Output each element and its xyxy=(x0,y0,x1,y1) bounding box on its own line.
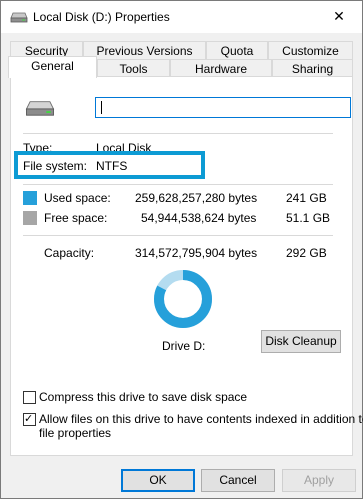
tab-quota[interactable]: Quota xyxy=(206,41,268,61)
divider xyxy=(23,184,333,185)
compress-label[interactable]: Compress this drive to save disk space xyxy=(39,390,247,404)
properties-window: Local Disk (D:) Properties ✕ Security Pr… xyxy=(0,0,363,499)
close-icon: ✕ xyxy=(333,8,345,24)
file-system-value: NTFS xyxy=(96,159,128,173)
free-space-gb: 51.1 GB xyxy=(286,211,331,225)
file-system-label: File system: xyxy=(23,159,88,173)
compress-checkbox[interactable] xyxy=(23,391,36,404)
tab-customize[interactable]: Customize xyxy=(268,41,353,61)
cancel-label: Cancel xyxy=(219,473,257,487)
tab-label: Hardware xyxy=(194,62,248,76)
tab-label: Previous Versions xyxy=(96,44,193,58)
title-bar: Local Disk (D:) Properties ✕ xyxy=(1,1,362,33)
disk-usage-donut xyxy=(154,270,212,328)
tab-label: General xyxy=(31,59,74,73)
volume-name-input[interactable] xyxy=(95,97,351,118)
cancel-button[interactable]: Cancel xyxy=(201,469,275,492)
tab-general[interactable]: General xyxy=(8,56,97,78)
tab-label: Quota xyxy=(220,44,254,58)
drive-icon xyxy=(10,12,28,23)
text-caret xyxy=(101,101,102,114)
capacity-bytes: 314,572,795,904 bytes xyxy=(135,246,258,260)
ok-button[interactable]: OK xyxy=(121,469,195,492)
divider xyxy=(23,235,333,236)
ok-label: OK xyxy=(149,473,167,487)
free-space-swatch xyxy=(23,211,37,225)
drive-large-icon xyxy=(25,101,55,116)
free-space-bytes: 54,944,538,624 bytes xyxy=(141,211,257,225)
free-space-label: Free space: xyxy=(44,211,108,225)
used-space-gb: 241 GB xyxy=(286,191,327,205)
window-title: Local Disk (D:) Properties xyxy=(33,10,170,24)
drive-label: Drive D: xyxy=(162,339,206,353)
apply-button[interactable]: Apply xyxy=(282,469,356,492)
disk-cleanup-label: Disk Cleanup xyxy=(265,334,337,348)
tab-label: Customize xyxy=(282,44,339,58)
index-checkbox[interactable]: ✓ xyxy=(23,413,36,426)
index-label-line2[interactable]: file properties xyxy=(39,426,111,440)
capacity-gb: 292 GB xyxy=(286,246,327,260)
used-space-label: Used space: xyxy=(44,191,111,205)
apply-label: Apply xyxy=(303,473,335,487)
index-label-line1[interactable]: Allow files on this drive to have conten… xyxy=(39,412,363,426)
checkmark-icon: ✓ xyxy=(24,413,34,425)
divider xyxy=(23,133,333,134)
tab-label: Tools xyxy=(119,62,148,76)
capacity-label: Capacity: xyxy=(44,246,95,260)
close-button[interactable]: ✕ xyxy=(316,1,362,32)
tab-label: Sharing xyxy=(291,62,334,76)
used-space-swatch xyxy=(23,191,37,205)
disk-cleanup-button[interactable]: Disk Cleanup xyxy=(261,330,341,353)
tab-previous-versions[interactable]: Previous Versions xyxy=(83,41,206,61)
used-space-bytes: 259,628,257,280 bytes xyxy=(135,191,258,205)
